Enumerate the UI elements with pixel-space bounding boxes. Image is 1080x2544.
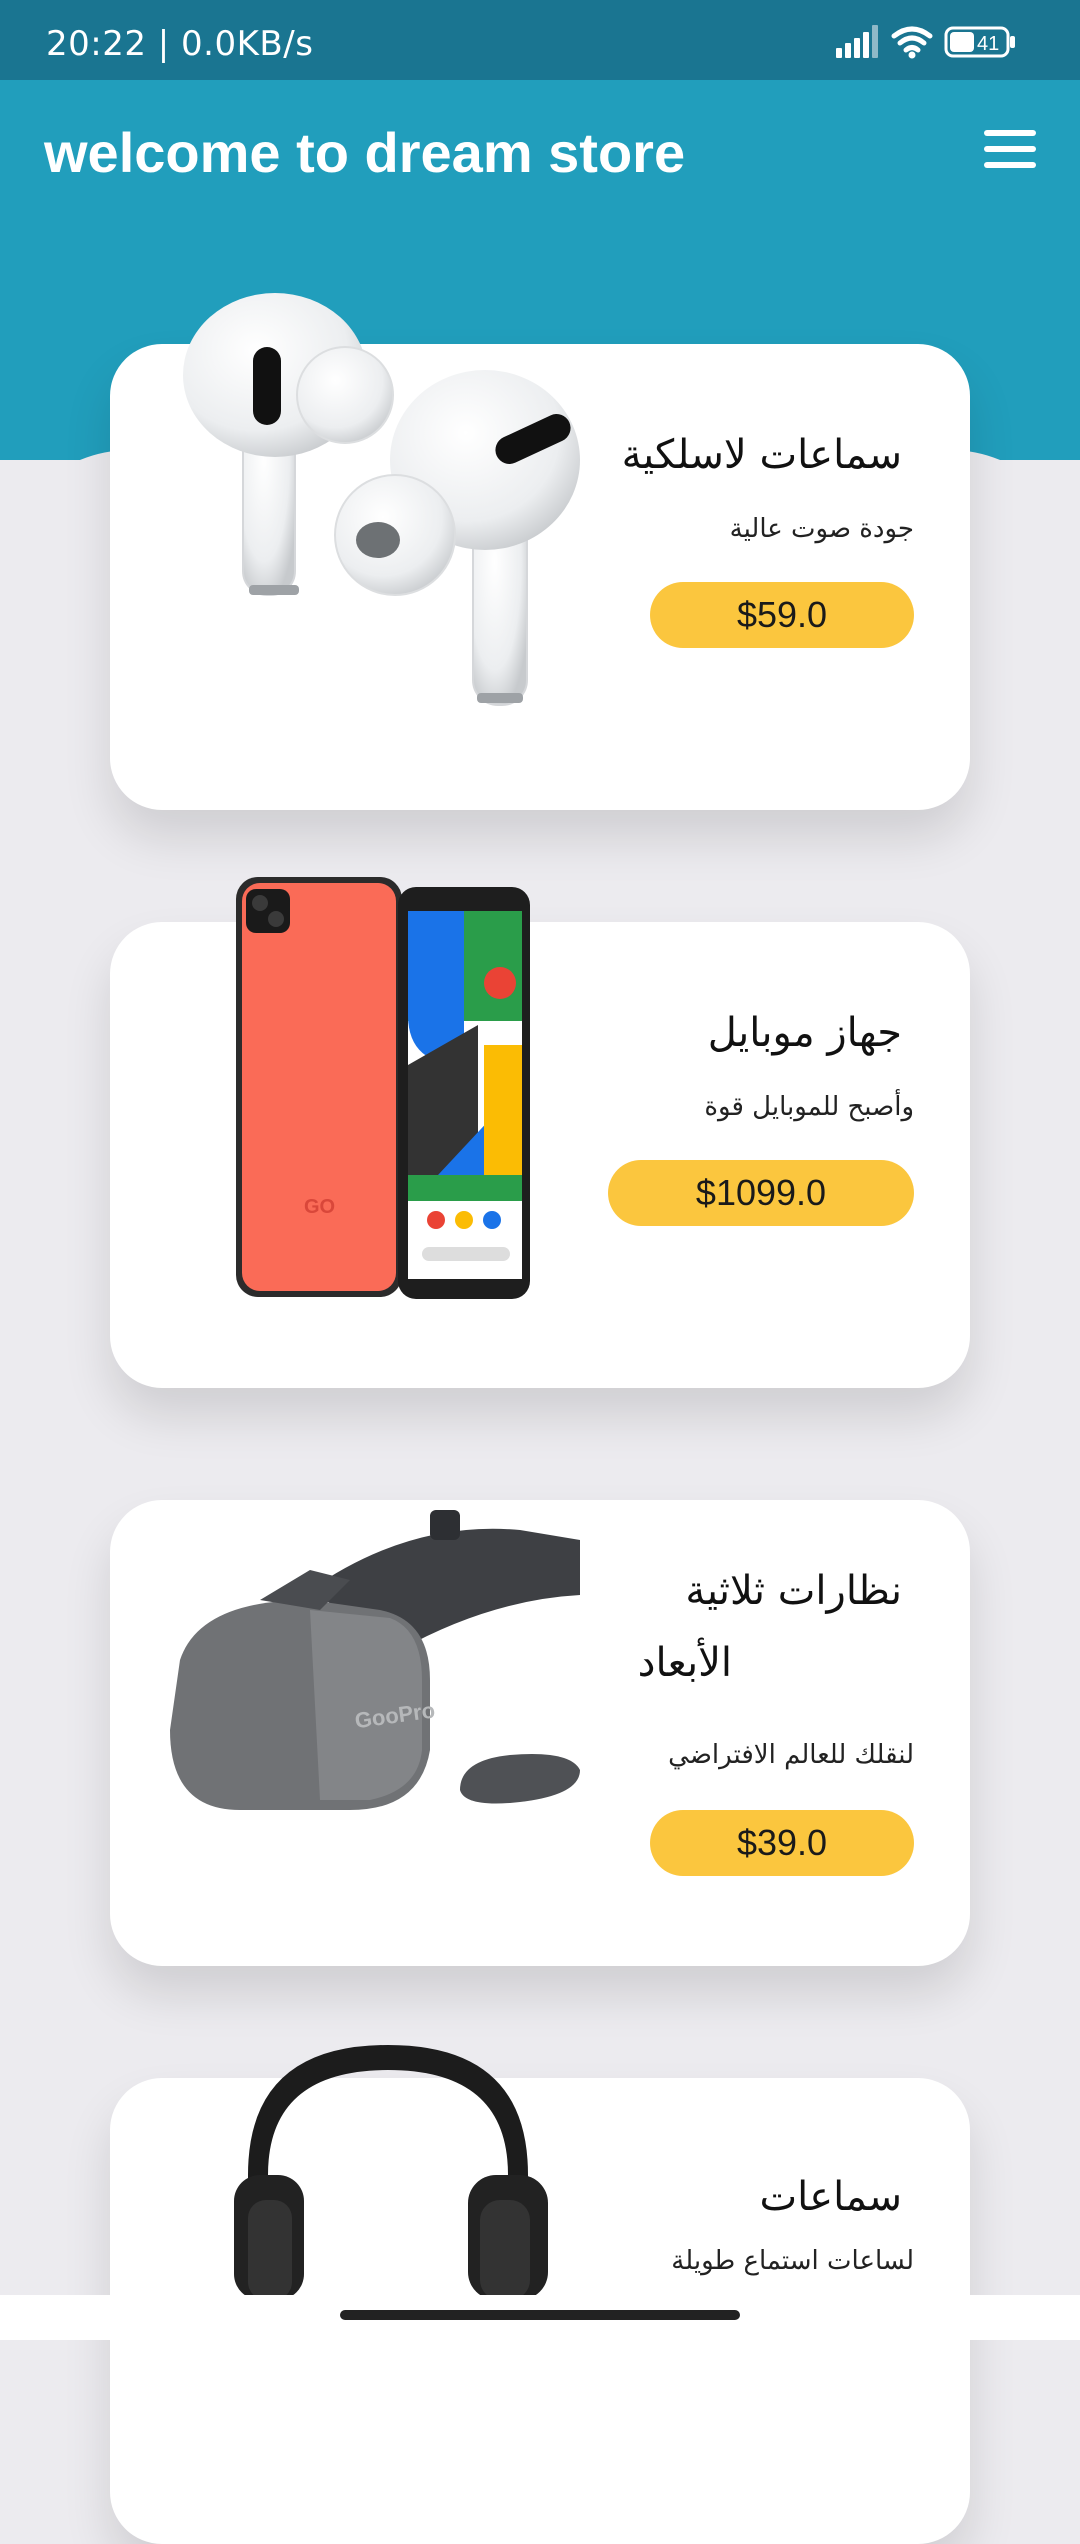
vr-headset-image: GooPro	[160, 1510, 610, 1855]
product-title-line1: نظارات ثلاثية	[685, 1568, 902, 1614]
price-button[interactable]: $39.0	[650, 1810, 914, 1876]
status-time: 20:22 | 0.0KB/s	[46, 24, 314, 64]
price-button[interactable]: $59.0	[650, 582, 914, 648]
product-title: جهاز موبايل	[707, 1010, 902, 1056]
hamburger-menu-icon	[984, 130, 1036, 136]
product-subtitle: جودة صوت عالية	[729, 514, 914, 544]
status-icons: 41	[836, 22, 1036, 62]
svg-text:41: 41	[977, 33, 999, 55]
signal-icon	[836, 25, 878, 58]
menu-button[interactable]	[984, 130, 1040, 176]
wireless-earbuds-image	[183, 293, 580, 706]
status-bar: 20:22 | 0.0KB/s 41	[0, 0, 1080, 80]
product-title: سماعات لاسلكية	[621, 432, 902, 478]
wifi-icon	[891, 26, 933, 53]
smartphone-image: GO	[236, 877, 530, 1299]
page-title: welcome to dream store	[44, 121, 686, 184]
product-title-line2: الأبعاد	[637, 1640, 732, 1686]
phone-logo: GO	[304, 1196, 335, 1218]
home-indicator[interactable]	[340, 2310, 740, 2320]
price-button[interactable]: $1099.0	[608, 1160, 914, 1226]
product-subtitle: لساعات استماع طويلة	[671, 2246, 914, 2276]
over-ear-headphones-image	[234, 2045, 548, 2300]
product-subtitle: لنقلك للعالم الافتراضي	[668, 1740, 914, 1770]
product-title: سماعات	[759, 2174, 902, 2220]
product-subtitle: وأصبح للموبايل قوة	[704, 1092, 914, 1122]
signal-wifi-battery-icons: 41	[836, 25, 1015, 59]
